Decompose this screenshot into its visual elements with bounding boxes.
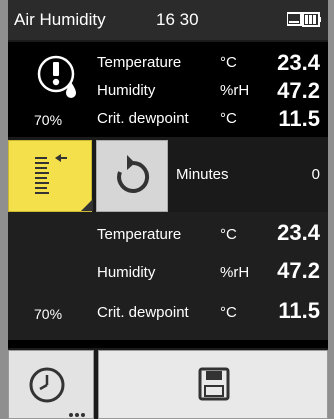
bottom-divider <box>8 340 328 348</box>
top-humidity-unit: %rH <box>220 82 250 99</box>
top-dewpoint-unit: °C <box>220 110 237 127</box>
battery-icon <box>287 12 321 27</box>
lower-dewpoint-unit: °C <box>220 304 237 321</box>
device-screen: Air Humidity 16 30 Temperature °C 23.4 H… <box>8 0 328 419</box>
lower-dewpoint-prefix: 70% <box>34 306 63 322</box>
lower-readings-panel: Temperature °C 23.4 Humidity %rH 47.2 70… <box>8 212 328 340</box>
list-menu-icon <box>35 154 93 211</box>
top-readings-panel: Temperature °C 23.4 Humidity %rH 47.2 70… <box>8 42 328 137</box>
minutes-label: Minutes <box>176 166 229 183</box>
lower-humidity-unit: %rH <box>220 264 250 281</box>
top-dewpoint-prefix: 70% <box>34 112 63 128</box>
status-bar: Air Humidity 16 30 <box>8 0 328 40</box>
refresh-button[interactable] <box>96 140 168 212</box>
app-title: Air Humidity <box>14 10 106 29</box>
top-row-humidity: Humidity %rH 47.2 <box>8 78 328 106</box>
top-temperature-label: Temperature <box>97 54 182 71</box>
clock-button[interactable] <box>8 350 94 419</box>
refresh-icon <box>117 155 150 193</box>
lower-row-temperature: Temperature °C 23.4 <box>8 220 328 250</box>
top-temperature-value: 23.4 <box>277 50 320 75</box>
clock-time: 16 30 <box>156 10 199 29</box>
lower-temperature-unit: °C <box>220 226 237 243</box>
lower-temperature-label: Temperature <box>97 226 182 243</box>
top-dewpoint-value: 11.5 <box>278 106 320 131</box>
lower-humidity-label: Humidity <box>97 264 156 281</box>
lower-temperature-value: 23.4 <box>277 220 320 245</box>
lower-dewpoint-label: Crit. dewpoint <box>97 304 189 321</box>
top-humidity-label: Humidity <box>97 82 156 99</box>
top-temperature-unit: °C <box>220 54 237 71</box>
top-humidity-value: 47.2 <box>277 78 320 103</box>
lower-humidity-value: 47.2 <box>277 258 320 283</box>
menu-button[interactable] <box>8 140 93 212</box>
top-dewpoint-label: Crit. dewpoint <box>97 110 189 127</box>
top-row-dewpoint: 70% Crit. dewpoint °C 11.5 <box>8 106 328 134</box>
floppy-save-icon <box>198 367 230 401</box>
clock-icon <box>29 367 85 417</box>
minutes-value: 0 <box>311 166 320 183</box>
lower-dewpoint-value: 11.5 <box>278 298 320 323</box>
lower-row-dewpoint: 70% Crit. dewpoint °C 11.5 <box>8 298 328 328</box>
lower-row-humidity: Humidity %rH 47.2 <box>8 258 328 288</box>
save-button[interactable] <box>98 350 328 419</box>
top-row-temperature: Temperature °C 23.4 <box>8 50 328 78</box>
